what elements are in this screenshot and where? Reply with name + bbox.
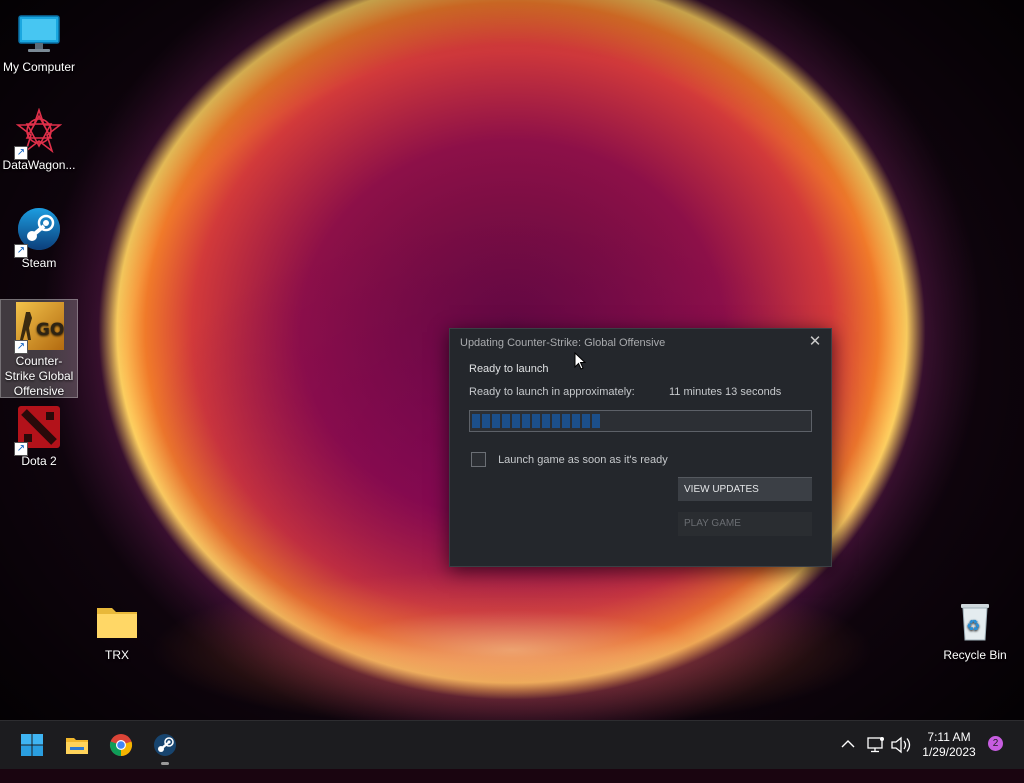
status-text: Ready to launch — [469, 363, 549, 375]
mouse-cursor-icon — [574, 351, 587, 375]
launch-when-ready-row[interactable]: Launch game as soon as it's ready — [471, 452, 668, 467]
download-progress-bar — [469, 410, 812, 432]
desktop-icon-label: DataWagon... — [2, 158, 76, 172]
desktop-icon-trx-folder[interactable]: TRX — [78, 592, 156, 663]
svg-text:♻: ♻ — [966, 616, 980, 635]
desktop: My Computer ↗ DataWagon... ↗ Steam GO ↗ … — [0, 0, 1024, 720]
volume-icon[interactable] — [890, 735, 912, 783]
close-icon[interactable]: ✕ — [807, 334, 823, 350]
desktop-icon-steam[interactable]: ↗ Steam — [0, 200, 78, 271]
system-clock[interactable]: 7:11 AM 1/29/2023 — [912, 730, 986, 760]
chrome-icon[interactable] — [109, 733, 133, 757]
desktop-icon-label: Dota 2 — [21, 454, 57, 468]
desktop-icon-label: Recycle Bin — [943, 648, 1007, 662]
desktop-icon-label: TRX — [105, 648, 129, 662]
network-icon[interactable] — [866, 735, 886, 783]
csgo-icon: GO ↗ — [14, 302, 64, 354]
wallpaper-glow — [150, 560, 874, 720]
progress-fill — [472, 414, 600, 428]
steam-taskbar-icon[interactable] — [153, 733, 177, 757]
clock-date: 1/29/2023 — [922, 745, 976, 759]
launch-when-ready-label: Launch game as soon as it's ready — [498, 453, 668, 466]
show-hidden-icons-chevron-icon[interactable] — [838, 734, 858, 782]
shortcut-arrow-icon: ↗ — [14, 244, 28, 258]
desktop-icon-label: Steam — [21, 256, 57, 270]
launch-when-ready-checkbox[interactable] — [471, 452, 486, 467]
dialog-title: Updating Counter-Strike: Global Offensiv… — [460, 337, 666, 349]
recycle-bin-icon: ♻ — [952, 598, 998, 644]
steam-update-dialog: Updating Counter-Strike: Global Offensiv… — [449, 328, 832, 567]
datawagon-logo-icon: ↗ — [14, 107, 63, 160]
desktop-icon-my-computer[interactable]: My Computer — [0, 4, 78, 75]
clock-time: 7:11 AM — [927, 730, 971, 744]
desktop-icon-recycle-bin[interactable]: ♻ Recycle Bin — [936, 592, 1014, 663]
windows-start-icon[interactable] — [20, 733, 44, 757]
monitor-icon — [16, 10, 62, 56]
desktop-icon-datawagon[interactable]: ↗ DataWagon... — [0, 102, 78, 173]
folder-icon — [94, 598, 140, 644]
notification-badge[interactable]: 2 — [988, 736, 1003, 751]
eta-value: 11 minutes 13 seconds — [669, 386, 782, 398]
dota2-icon: ↗ — [14, 404, 62, 456]
desktop-icon-csgo[interactable]: GO ↗ Counter-Strike Global Offensive — [0, 299, 78, 398]
taskbar: 7:11 AM 1/29/2023 — [0, 720, 1024, 769]
running-indicator — [161, 762, 169, 765]
steam-icon: ↗ — [14, 206, 62, 258]
view-updates-button[interactable]: VIEW UPDATES — [678, 477, 812, 501]
shortcut-arrow-icon: ↗ — [14, 146, 28, 160]
svg-text:GO: GO — [36, 320, 64, 340]
shortcut-arrow-icon: ↗ — [14, 340, 28, 354]
desktop-icon-label: Counter-Strike Global Offensive — [4, 354, 74, 398]
play-game-button[interactable]: PLAY GAME — [678, 512, 812, 536]
shortcut-arrow-icon: ↗ — [14, 442, 28, 456]
file-explorer-icon[interactable] — [65, 733, 89, 757]
eta-label: Ready to launch in approximately: — [469, 386, 635, 398]
desktop-icon-dota2[interactable]: ↗ Dota 2 — [0, 398, 78, 469]
desktop-icon-label: My Computer — [2, 60, 76, 74]
